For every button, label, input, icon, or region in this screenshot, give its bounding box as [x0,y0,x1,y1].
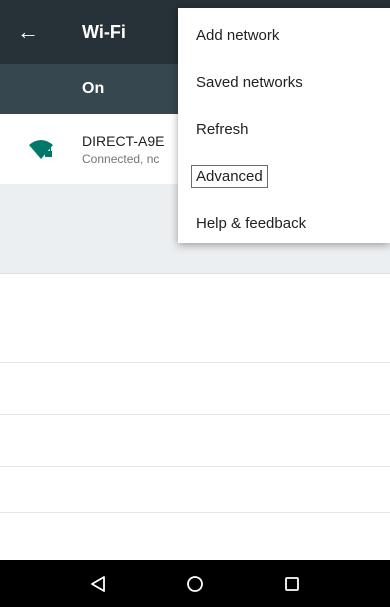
nav-back-icon [91,575,106,592]
nav-recents-button[interactable] [262,560,322,607]
menu-item-refresh[interactable]: Refresh [178,106,390,153]
list-divider [0,362,390,363]
wifi-toggle-label: On [82,80,105,97]
wifi-settings-screen: ← Wi-Fi On DIRECT-A9E Connected, nc Add … [0,0,390,607]
list-divider [0,414,390,415]
network-status: Connected, nc [82,151,160,166]
nav-home-button[interactable] [165,560,225,607]
overflow-menu: Add network Saved networks Refresh Advan… [178,8,390,243]
back-button[interactable]: ← [0,0,56,64]
menu-item-label: Refresh [196,121,249,138]
list-divider [0,466,390,467]
system-nav-bar [0,560,390,607]
nav-back-button[interactable] [68,560,128,607]
network-name: DIRECT-A9E [82,132,165,149]
menu-item-label: Advanced [191,165,268,188]
list-divider [0,512,390,513]
nav-home-icon [187,575,203,592]
network-text: DIRECT-A9E Connected, nc [82,133,164,166]
wifi-locked-icon [0,138,82,160]
menu-item-label: Add network [196,27,280,44]
menu-item-add-network[interactable]: Add network [178,12,390,59]
nav-recents-icon [284,576,299,591]
menu-item-help-feedback[interactable]: Help & feedback [178,200,390,247]
menu-item-label: Saved networks [196,74,303,91]
menu-item-saved-networks[interactable]: Saved networks [178,59,390,106]
menu-item-label: Help & feedback [196,215,307,232]
page-title: Wi-Fi [82,21,126,42]
menu-item-advanced[interactable]: Advanced [178,153,390,200]
arrow-back-icon: ← [17,19,39,44]
